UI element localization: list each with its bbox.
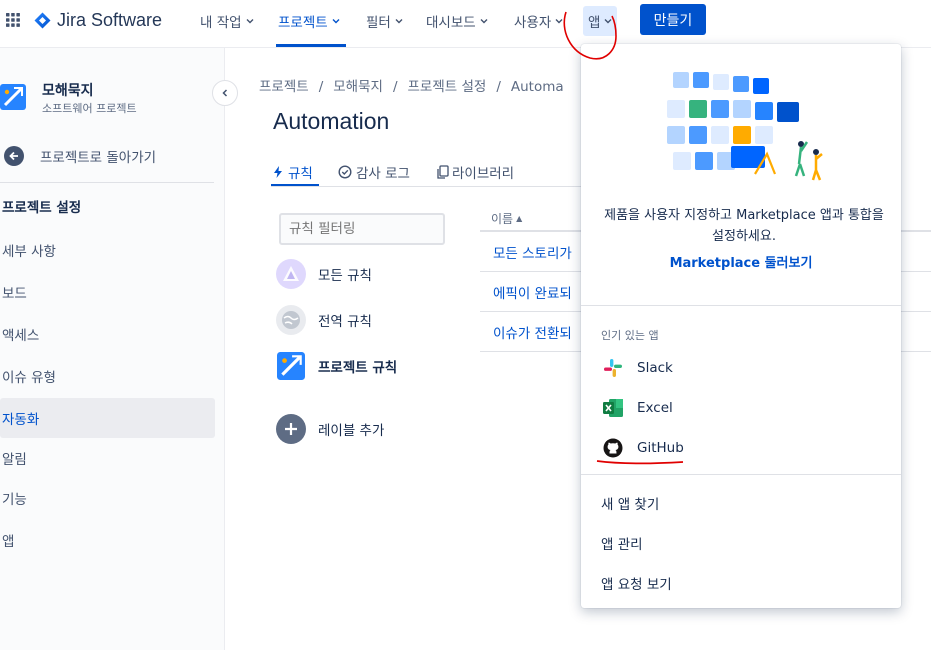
sidebar-collapse-button[interactable] xyxy=(212,80,238,106)
sidebar-item-apps[interactable]: 앱 xyxy=(0,520,215,560)
tab-rules[interactable]: 규칙 xyxy=(273,160,313,184)
sort-up-icon: ▲ xyxy=(516,213,523,223)
rule-name-link[interactable]: 에픽이 완료되 xyxy=(493,282,572,302)
project-name: 모해묵지 xyxy=(42,83,94,99)
tab-library[interactable]: 라이브러리 xyxy=(437,160,514,184)
copy-icon xyxy=(437,165,449,179)
nav-projects[interactable]: 프로젝트 xyxy=(278,10,341,32)
product-name: Jira Software xyxy=(57,9,163,30)
nav-filters[interactable]: 필터 xyxy=(366,10,404,32)
filter-label: 모든 규칙 xyxy=(318,268,372,284)
nav-label: 앱 xyxy=(588,15,601,31)
breadcrumb-item[interactable]: 프로젝트 xyxy=(259,79,309,95)
dropdown-divider xyxy=(581,474,901,475)
app-switcher-icon[interactable] xyxy=(6,13,20,27)
sidebar-divider xyxy=(0,182,214,183)
github-icon xyxy=(601,436,625,460)
app-item-github[interactable]: GitHub xyxy=(601,436,684,460)
excel-icon xyxy=(601,396,625,420)
filter-label: 전역 규칙 xyxy=(318,314,372,330)
chevron-down-icon xyxy=(395,19,403,24)
nav-dashboards[interactable]: 대시보드 xyxy=(426,10,489,32)
manage-apps-item[interactable]: 앱 관리 xyxy=(601,533,643,553)
dropdown-divider xyxy=(581,305,901,306)
rule-name-link[interactable]: 이슈가 전환되 xyxy=(493,322,572,342)
project-avatar-icon xyxy=(276,351,306,381)
project-type: 소프트웨어 프로젝트 xyxy=(42,102,137,115)
breadcrumb: 프로젝트 / 모해묵지 / 프로젝트 설정 / Automa xyxy=(259,79,564,95)
sidebar-item-features[interactable]: 기능 xyxy=(0,478,215,518)
nav-label: 필터 xyxy=(366,15,391,31)
plus-icon xyxy=(276,414,306,444)
tab-audit-log[interactable]: 감사 로그 xyxy=(338,160,410,184)
nav-label: 프로젝트 xyxy=(278,15,328,31)
sidebar-item-details[interactable]: 세부 사항 xyxy=(0,230,215,270)
jira-logo[interactable]: Jira Software xyxy=(34,9,162,31)
breadcrumb-item[interactable]: 모해묵지 xyxy=(333,79,383,95)
app-item-excel[interactable]: Excel xyxy=(601,396,673,420)
apps-dropdown-menu: 제품을 사용자 지정하고 Marketplace 앱과 통합을 설정하세요. M… xyxy=(581,44,901,608)
chevron-left-icon xyxy=(222,89,228,97)
nav-your-work[interactable]: 내 작업 xyxy=(200,10,255,32)
app-name: Excel xyxy=(637,400,673,416)
sidebar-item-automation[interactable]: 자동화 xyxy=(0,398,215,438)
project-avatar-icon xyxy=(0,84,26,110)
create-button[interactable]: 만들기 xyxy=(640,4,706,35)
sidebar-item-issue-types[interactable]: 이슈 유형 xyxy=(0,356,215,396)
tab-label: 규칙 xyxy=(288,166,313,182)
app-item-slack[interactable]: Slack xyxy=(601,356,673,380)
sidebar-item-notifications[interactable]: 알림 xyxy=(0,438,215,478)
nav-label: 사용자 xyxy=(514,15,552,31)
popular-apps-heading: 인기 있는 앱 xyxy=(601,329,659,342)
add-label-text: 레이블 추가 xyxy=(318,423,385,439)
column-name-header: 이름 xyxy=(491,211,514,226)
filter-all-rules[interactable]: 모든 규칙 xyxy=(276,259,372,289)
rule-filter-input[interactable] xyxy=(279,213,445,245)
rule-name-link[interactable]: 모든 스토리가 xyxy=(493,242,572,262)
tab-label: 라이브러리 xyxy=(452,166,515,182)
arrow-left-icon xyxy=(4,146,24,166)
add-label-button[interactable]: 레이블 추가 xyxy=(276,414,384,444)
jira-diamond-icon xyxy=(34,12,51,28)
breadcrumb-item[interactable]: 프로젝트 설정 xyxy=(408,79,487,95)
check-circle-icon xyxy=(338,165,352,179)
chevron-down-icon xyxy=(246,19,254,24)
chevron-down-icon xyxy=(555,19,563,24)
back-to-project-link[interactable]: 프로젝트로 돌아가기 xyxy=(4,146,156,166)
chevron-down-icon xyxy=(332,19,340,24)
active-nav-indicator xyxy=(276,44,346,47)
tabs-divider xyxy=(271,186,591,187)
marketplace-description: 제품을 사용자 지정하고 Marketplace 앱과 통합을 설정하세요. xyxy=(604,208,884,244)
back-label: 프로젝트로 돌아가기 xyxy=(40,150,157,166)
nav-people[interactable]: 사용자 xyxy=(514,10,564,32)
find-new-apps-item[interactable]: 새 앱 찾기 xyxy=(601,493,659,513)
nav-label: 내 작업 xyxy=(200,15,242,31)
app-name: Slack xyxy=(637,360,673,376)
marketplace-link[interactable]: Marketplace 둘러보기 xyxy=(581,252,901,271)
chevron-down-icon xyxy=(480,19,488,24)
nav-apps[interactable]: 앱 xyxy=(588,10,613,32)
sidebar-item-access[interactable]: 액세스 xyxy=(0,314,215,354)
chevron-down-icon xyxy=(604,19,612,24)
nav-label: 대시보드 xyxy=(426,15,476,31)
marketplace-illustration xyxy=(667,72,823,181)
sidebar-heading: 프로젝트 설정 xyxy=(2,200,82,216)
globe-icon xyxy=(276,305,306,335)
slack-icon xyxy=(601,356,625,380)
filter-label: 프로젝트 규칙 xyxy=(318,360,398,376)
breadcrumb-item[interactable]: Automa xyxy=(511,79,564,95)
page-title: Automation xyxy=(273,108,390,134)
all-rules-icon xyxy=(276,259,306,289)
sidebar-item-board[interactable]: 보드 xyxy=(0,272,215,312)
filter-project-rules[interactable]: 프로젝트 규칙 xyxy=(276,351,397,381)
lightning-icon xyxy=(274,166,282,178)
view-app-requests-item[interactable]: 앱 요청 보기 xyxy=(601,573,672,593)
filter-global-rules[interactable]: 전역 규칙 xyxy=(276,305,372,335)
top-navigation: Jira Software 내 작업 프로젝트 필터 대시보드 사용자 앱 만들… xyxy=(0,0,931,48)
tab-label: 감사 로그 xyxy=(356,166,410,182)
app-name: GitHub xyxy=(637,440,684,456)
